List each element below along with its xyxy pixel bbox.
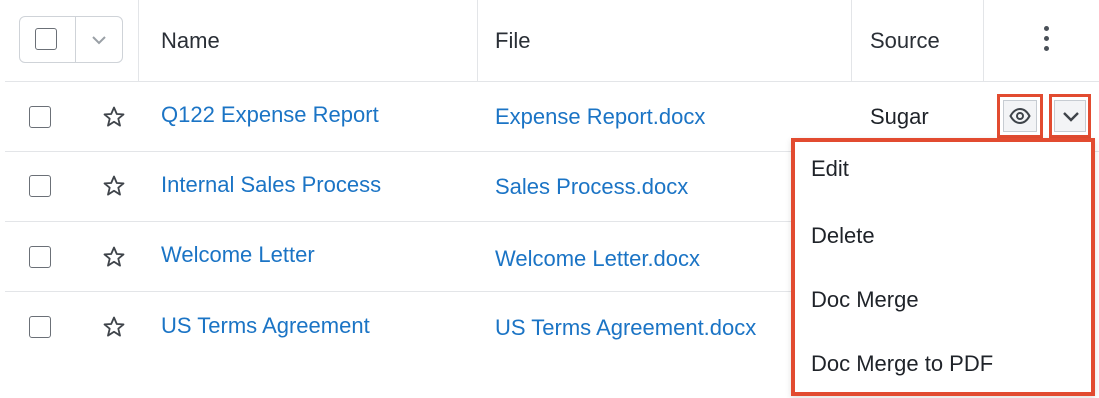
- preview-button[interactable]: [997, 94, 1043, 138]
- row-checkbox[interactable]: [29, 246, 51, 268]
- chevron-down-icon[interactable]: [91, 34, 107, 46]
- record-name-link[interactable]: US Terms Agreement: [161, 313, 370, 339]
- select-all-checkbox[interactable]: [35, 28, 57, 50]
- menu-item-doc-merge-to-pdf[interactable]: Doc Merge to PDF: [811, 351, 993, 377]
- star-icon[interactable]: [102, 105, 126, 129]
- column-header-name[interactable]: Name: [161, 28, 220, 54]
- row-checkbox[interactable]: [29, 316, 51, 338]
- row-actions-button-face: [1054, 100, 1086, 132]
- column-divider: [851, 0, 852, 82]
- mass-select-divider: [75, 17, 76, 62]
- star-icon[interactable]: [102, 245, 126, 269]
- menu-item-doc-merge[interactable]: Doc Merge: [811, 287, 919, 313]
- column-divider: [477, 0, 478, 82]
- star-icon[interactable]: [102, 315, 126, 339]
- source-value: Sugar: [870, 104, 929, 129]
- kebab-menu-icon[interactable]: [1039, 26, 1053, 54]
- file-link[interactable]: Sales Process.docx: [495, 174, 688, 200]
- column-header-file[interactable]: File: [495, 28, 530, 54]
- list-view: Name File Source Q122 Expense Report Exp…: [0, 0, 1099, 398]
- row-checkbox[interactable]: [29, 175, 51, 197]
- file-link[interactable]: Expense Report.docx: [495, 104, 705, 130]
- column-divider: [983, 0, 984, 82]
- star-icon[interactable]: [102, 174, 126, 198]
- record-name-link[interactable]: Welcome Letter: [161, 242, 315, 268]
- preview-button-face: [1003, 100, 1037, 132]
- eye-icon: [1009, 107, 1031, 125]
- row-actions-menu: Edit Delete Doc Merge Doc Merge to PDF: [791, 138, 1095, 396]
- chevron-down-icon: [1063, 112, 1079, 122]
- menu-item-edit[interactable]: Edit: [811, 156, 849, 182]
- file-link[interactable]: US Terms Agreement.docx: [495, 315, 756, 341]
- row-checkbox[interactable]: [29, 106, 51, 128]
- record-name-link[interactable]: Internal Sales Process: [161, 172, 381, 198]
- record-name-link[interactable]: Q122 Expense Report: [161, 102, 379, 128]
- column-header-source[interactable]: Source: [870, 28, 940, 54]
- column-divider: [138, 0, 139, 82]
- menu-item-delete[interactable]: Delete: [811, 223, 875, 249]
- table-header: Name File Source: [0, 0, 1099, 82]
- file-link[interactable]: Welcome Letter.docx: [495, 246, 700, 272]
- row-actions-dropdown-button[interactable]: [1049, 94, 1091, 138]
- mass-select-control[interactable]: [19, 16, 123, 63]
